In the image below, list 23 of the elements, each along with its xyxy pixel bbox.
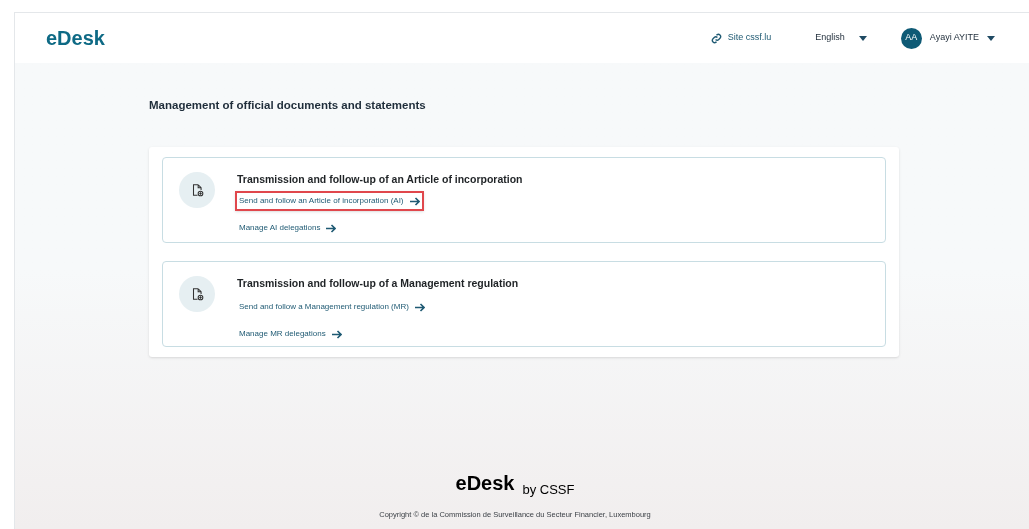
link-icon [710,32,722,44]
arrow-right-icon [414,302,425,312]
site-link[interactable]: Site cssf.lu [710,31,772,45]
arrow-right-icon [409,196,420,206]
section-title: Transmission and follow-up of an Article of incorporation [237,172,523,187]
action-link[interactable]: Send and follow a Management regulation (MR) [235,297,429,318]
footer-logo: eDesk [455,472,515,493]
footer-byline: by CSSF [522,482,575,496]
language-dropdown[interactable]: English [815,31,867,45]
action-link[interactable]: Send and follow an Article of incorporation (AI) [235,191,424,212]
action-link[interactable]: Manage AI delegations [235,218,341,239]
arrow-right-icon [326,223,337,233]
caret-icon [987,35,995,41]
document-add-icon [179,276,215,313]
caret-icon [858,35,867,41]
section-title: Transmission and follow-up of a Management regulation [237,276,519,291]
document-add-icon [179,172,215,209]
user-menu[interactable]: Ayayi AYITE [929,31,995,45]
page-title: Management of official documents and statements [149,98,427,113]
action-link[interactable]: Manage MR delegations [235,324,346,345]
user-avatar[interactable]: AA [900,27,922,49]
arrow-right-icon [331,329,342,339]
logo[interactable]: eDesk [46,23,105,53]
